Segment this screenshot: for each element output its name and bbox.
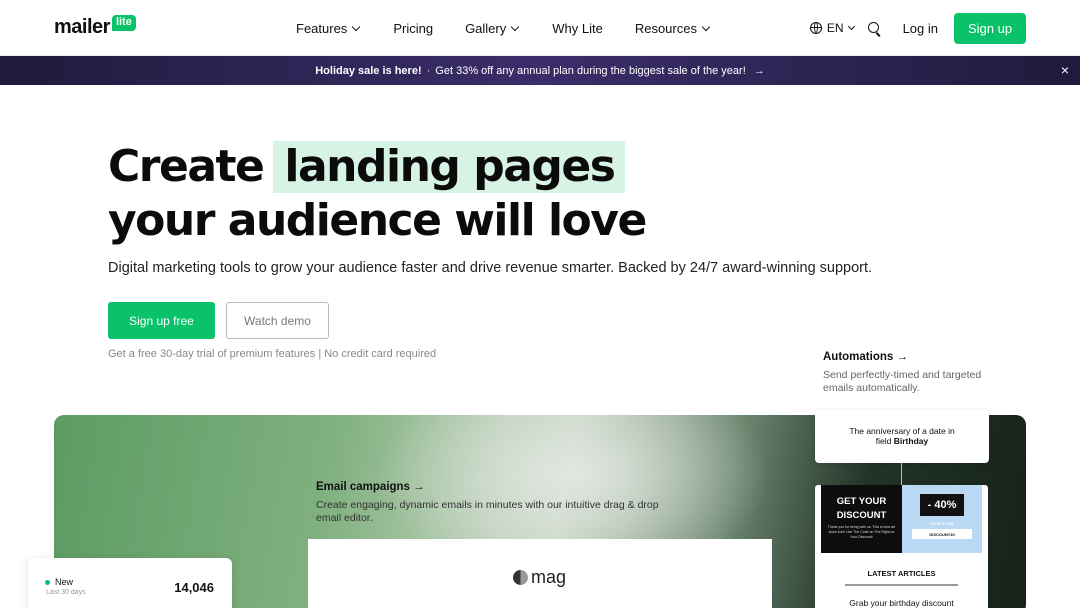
search-icon[interactable]: [867, 21, 881, 35]
trigger-line-2: field Birthday: [815, 436, 989, 446]
discount-code: DISCOUNT40: [912, 529, 972, 539]
signup-free-button[interactable]: Sign up free: [108, 302, 215, 339]
trigger-field-prefix: field: [875, 436, 894, 446]
nav-item-label: Features: [296, 20, 348, 36]
discount-block: GET YOUR DISCOUNT Thank you for being wi…: [821, 485, 902, 553]
chevron-down-icon: [511, 22, 520, 31]
close-icon[interactable]: ×: [1061, 63, 1069, 77]
workflow-connector: [901, 463, 902, 485]
latest-articles-heading: LATEST ARTICLES: [867, 569, 936, 578]
chevron-down-icon: [701, 22, 711, 31]
login-link[interactable]: Log in: [903, 21, 938, 36]
watch-demo-button[interactable]: Watch demo: [226, 302, 329, 339]
automations-link[interactable]: Automations →: [823, 351, 908, 363]
trigger-line-1: The anniversary of a date in: [849, 426, 955, 436]
code-label: CODE TO USE: [929, 522, 955, 526]
language-label: EN: [826, 21, 844, 35]
email-campaigns-link[interactable]: Email campaigns →: [316, 481, 425, 493]
hero-title-start: Create: [108, 141, 265, 192]
nav-item-label: Pricing: [393, 20, 434, 36]
hero-title-end: your audience will love: [108, 195, 647, 246]
status-dot-icon: [45, 580, 50, 585]
banner-separator: ·: [426, 64, 431, 77]
stats-period: Last 30 days: [46, 589, 86, 596]
chevron-down-icon: [352, 22, 361, 31]
mag-logo-text: mag: [531, 567, 567, 587]
hero-title: Create landing pages your audience will …: [108, 140, 647, 248]
nav-item-features[interactable]: Features: [296, 20, 361, 36]
trial-note: Get a free 30-day trial of premium featu…: [108, 348, 437, 360]
birthday-discount-text: Grab your birthday discount: [849, 598, 954, 608]
mag-logo: mag: [513, 567, 566, 588]
banner-text: Get 33% off any annual plan during the b…: [435, 64, 746, 77]
stats-value: 14,046: [174, 580, 214, 595]
mailerlite-logo[interactable]: mailer lite: [54, 14, 136, 40]
email-campaigns-description: Create engaging, dynamic emails in minut…: [316, 499, 659, 524]
text-line: [845, 584, 958, 586]
globe-icon: [809, 22, 822, 34]
banner-headline: Holiday sale is here!: [315, 64, 422, 77]
nav-item-label: Why Lite: [552, 20, 603, 36]
automations-description: Send perfectly-timed and targeted emails…: [823, 369, 982, 394]
nav-item-resources[interactable]: Resources: [634, 20, 711, 36]
stats-label: New: [55, 577, 74, 587]
arrow-right-icon: →: [753, 64, 765, 77]
site-header: mailer lite Features Pricing Gallery Why…: [0, 0, 1080, 56]
nav-item-label: Resources: [634, 20, 697, 36]
main-nav: Features Pricing Gallery Why Lite Resour…: [296, 0, 711, 56]
email-editor-preview: mag: [308, 539, 772, 608]
promo-banner[interactable]: Holiday sale is here! · Get 33% off any …: [0, 56, 1080, 85]
logo-badge: lite: [111, 15, 136, 31]
signup-button[interactable]: Sign up: [954, 12, 1026, 44]
hero-subtitle: Digital marketing tools to grow your aud…: [108, 260, 873, 276]
hero-title-highlight: landing pages: [273, 141, 626, 193]
mag-logo-icon: [513, 570, 528, 585]
nav-item-pricing[interactable]: Pricing: [393, 21, 433, 36]
discount-small-text: Thank you for being with us. This is how…: [827, 525, 896, 539]
automation-email-preview: GET YOUR DISCOUNT Thank you for being wi…: [815, 485, 988, 608]
subscriber-stats-card: New Last 30 days 14,046: [28, 558, 232, 608]
percent-block: - 40% CODE TO USE DISCOUNT40: [902, 485, 982, 553]
discount-percent: - 40%: [920, 494, 964, 516]
automation-trigger-card: The anniversary of a date in field Birth…: [815, 410, 989, 463]
logo-word: mailer: [54, 16, 110, 38]
language-selector[interactable]: EN: [809, 21, 855, 35]
nav-item-gallery[interactable]: Gallery: [465, 20, 520, 36]
header-actions: EN Log in Sign up: [809, 0, 1026, 56]
nav-item-why-lite[interactable]: Why Lite: [552, 21, 603, 36]
trigger-field-name: Birthday: [893, 436, 929, 446]
chevron-down-icon: [847, 22, 855, 31]
discount-title: GET YOUR DISCOUNT: [836, 496, 887, 521]
nav-item-label: Gallery: [465, 20, 507, 36]
